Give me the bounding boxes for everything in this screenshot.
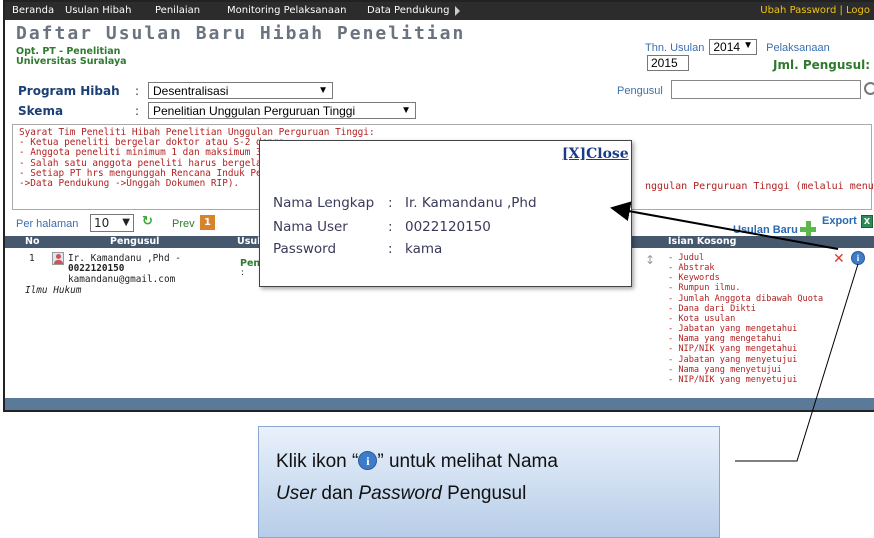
thn-usulan-select[interactable]: 2014 ▼	[709, 39, 758, 55]
isian-kosong-list: - Judul - Abstrak - Keywords - Rumpun il…	[668, 253, 823, 385]
pelaksanaan-value: 2015	[651, 56, 678, 70]
thn-usulan-label: Thn. Usulan	[645, 42, 705, 54]
list-item: - Abstrak	[668, 263, 715, 274]
menu-arrow-icon	[455, 6, 460, 16]
chevron-down-icon: ▼	[401, 105, 411, 116]
credentials-popup: [X]Close Nama Lengkap : Ir. Kamandanu ,P…	[259, 140, 632, 287]
nama-user-value: 0022120150	[405, 219, 491, 235]
list-item: - Jumlah Anggota dibawah Quota	[668, 293, 824, 304]
skema-label: Skema	[18, 104, 64, 118]
col-pengusul: Pengusul	[110, 236, 160, 247]
jml-pengusul-label: Jml. Pengusul:	[773, 58, 871, 72]
add-icon[interactable]	[800, 221, 816, 237]
list-item: - Jabatan yang menyetujui	[668, 354, 798, 365]
top-menu-bar: Beranda Usulan Hibah Penilaian Monitorin…	[5, 2, 874, 20]
page-1-button[interactable]: 1	[200, 215, 215, 230]
prev-page-link[interactable]: Prev	[172, 218, 195, 230]
pengusul-label: Pengusul	[617, 85, 663, 97]
col-no: No	[25, 236, 40, 247]
col-isian-kosong: Isian Kosong	[668, 236, 737, 247]
program-hibah-select[interactable]: Desentralisasi ▼	[148, 82, 333, 99]
list-item: - Judul	[668, 253, 705, 263]
callout-text-post: ” untuk melihat Nama	[377, 451, 558, 472]
list-item: - Jabatan yang mengetahui	[668, 324, 798, 335]
skema-colon: :	[135, 104, 140, 118]
thn-usulan-value: 2014	[713, 40, 741, 54]
list-item: - Keywords	[668, 273, 720, 284]
chevron-down-icon: ▼	[122, 217, 130, 228]
skema-value: Penelitian Unggulan Perguruan Tinggi	[153, 104, 356, 118]
refresh-icon[interactable]: ↻	[142, 214, 153, 229]
callout-password-word: Password	[358, 483, 442, 504]
pdf-icon[interactable]: ↕	[645, 253, 655, 267]
per-halaman-select[interactable]: 10 ▼	[90, 214, 134, 232]
pengusul-dept: Ilmu Hukum	[25, 285, 82, 296]
program-hibah-label: Program Hibah	[18, 84, 120, 98]
list-item: - NIP/NIK yang mengetahui	[668, 344, 798, 355]
list-item: - Rumpun ilmu.	[668, 283, 741, 294]
user-avatar-icon	[52, 252, 64, 265]
list-item: - NIP/NIK yang menyetujui	[668, 374, 798, 385]
pengusul-email: kamandanu@gmail.com	[68, 274, 176, 285]
nama-lengkap-colon: :	[388, 195, 393, 211]
notice-line-tail: nggulan Perguruan Tinggi (melalui menu:	[645, 181, 874, 192]
per-halaman-value: 10	[94, 216, 110, 230]
per-halaman-label: Per halaman	[16, 218, 79, 230]
nama-lengkap-label: Nama Lengkap	[273, 195, 375, 211]
instruction-callout: Klik ikon “i” untuk melihat Nama User da…	[258, 426, 720, 538]
callout-line-1: Klik ikon “i” untuk melihat Nama	[276, 451, 558, 473]
list-item: - Kota usulan	[668, 313, 736, 324]
delete-icon[interactable]: ✕	[833, 251, 845, 267]
nama-user-colon: :	[388, 219, 393, 235]
info-icon: i	[358, 451, 378, 470]
nama-lengkap-value: Ir. Kamandanu ,Phd	[405, 195, 537, 211]
export-link[interactable]: Export	[822, 215, 857, 227]
menu-beranda[interactable]: Beranda	[12, 5, 54, 16]
menu-monitoring[interactable]: Monitoring Pelaksanaan	[227, 5, 346, 16]
chevron-down-icon: ▼	[743, 40, 754, 51]
skema-select[interactable]: Penelitian Unggulan Perguruan Tinggi ▼	[148, 102, 416, 119]
page-title: Daftar Usulan Baru Hibah Penelitian	[16, 23, 466, 44]
nama-user-label: Nama User	[273, 219, 348, 235]
list-item: - Nama yang mengetahui	[668, 334, 782, 345]
list-item: - Dana dari Dikti	[668, 303, 756, 314]
password-colon: :	[388, 241, 393, 257]
pengusul-search-input[interactable]	[671, 80, 861, 99]
table-footer-bar	[5, 398, 874, 410]
menu-penilaian[interactable]: Penilaian	[155, 5, 200, 16]
pelaksanaan-label: Pelaksanaan	[766, 42, 830, 54]
program-hibah-value: Desentralisasi	[153, 84, 229, 98]
callout-text-mid: dan	[316, 483, 359, 504]
pelaksanaan-select[interactable]: 2015	[647, 55, 689, 71]
menu-usulan-hibah[interactable]: Usulan Hibah	[65, 5, 131, 16]
callout-user-word: User	[276, 483, 317, 504]
usulan-baru-link[interactable]: Usulan Baru	[733, 224, 798, 236]
org-line-2: Universitas Suralaya	[16, 56, 127, 67]
password-value: kama	[405, 241, 443, 257]
list-item: - Nama yang menyetujui	[668, 364, 782, 375]
chevron-down-icon: ▼	[318, 85, 328, 96]
search-icon[interactable]	[864, 82, 874, 95]
callout-text-pre: Klik ikon “	[276, 451, 359, 472]
info-icon[interactable]: i	[851, 251, 865, 265]
menu-data-pendukung[interactable]: Data Pendukung	[367, 5, 449, 16]
row-number: 1	[29, 253, 35, 264]
callout-line-2: User dan Password Pengusul	[276, 483, 526, 505]
password-label: Password	[273, 241, 337, 257]
pengusul-nip: 0022120150	[68, 263, 125, 274]
callout-text-end: Pengusul	[441, 483, 527, 504]
close-popup-link[interactable]: [X]Close	[562, 146, 629, 162]
excel-icon[interactable]: X	[861, 215, 873, 228]
usulan-colon: :	[241, 268, 245, 278]
ubah-password-logout-link[interactable]: Ubah Password | Logo	[760, 5, 870, 16]
program-colon: :	[135, 84, 140, 98]
